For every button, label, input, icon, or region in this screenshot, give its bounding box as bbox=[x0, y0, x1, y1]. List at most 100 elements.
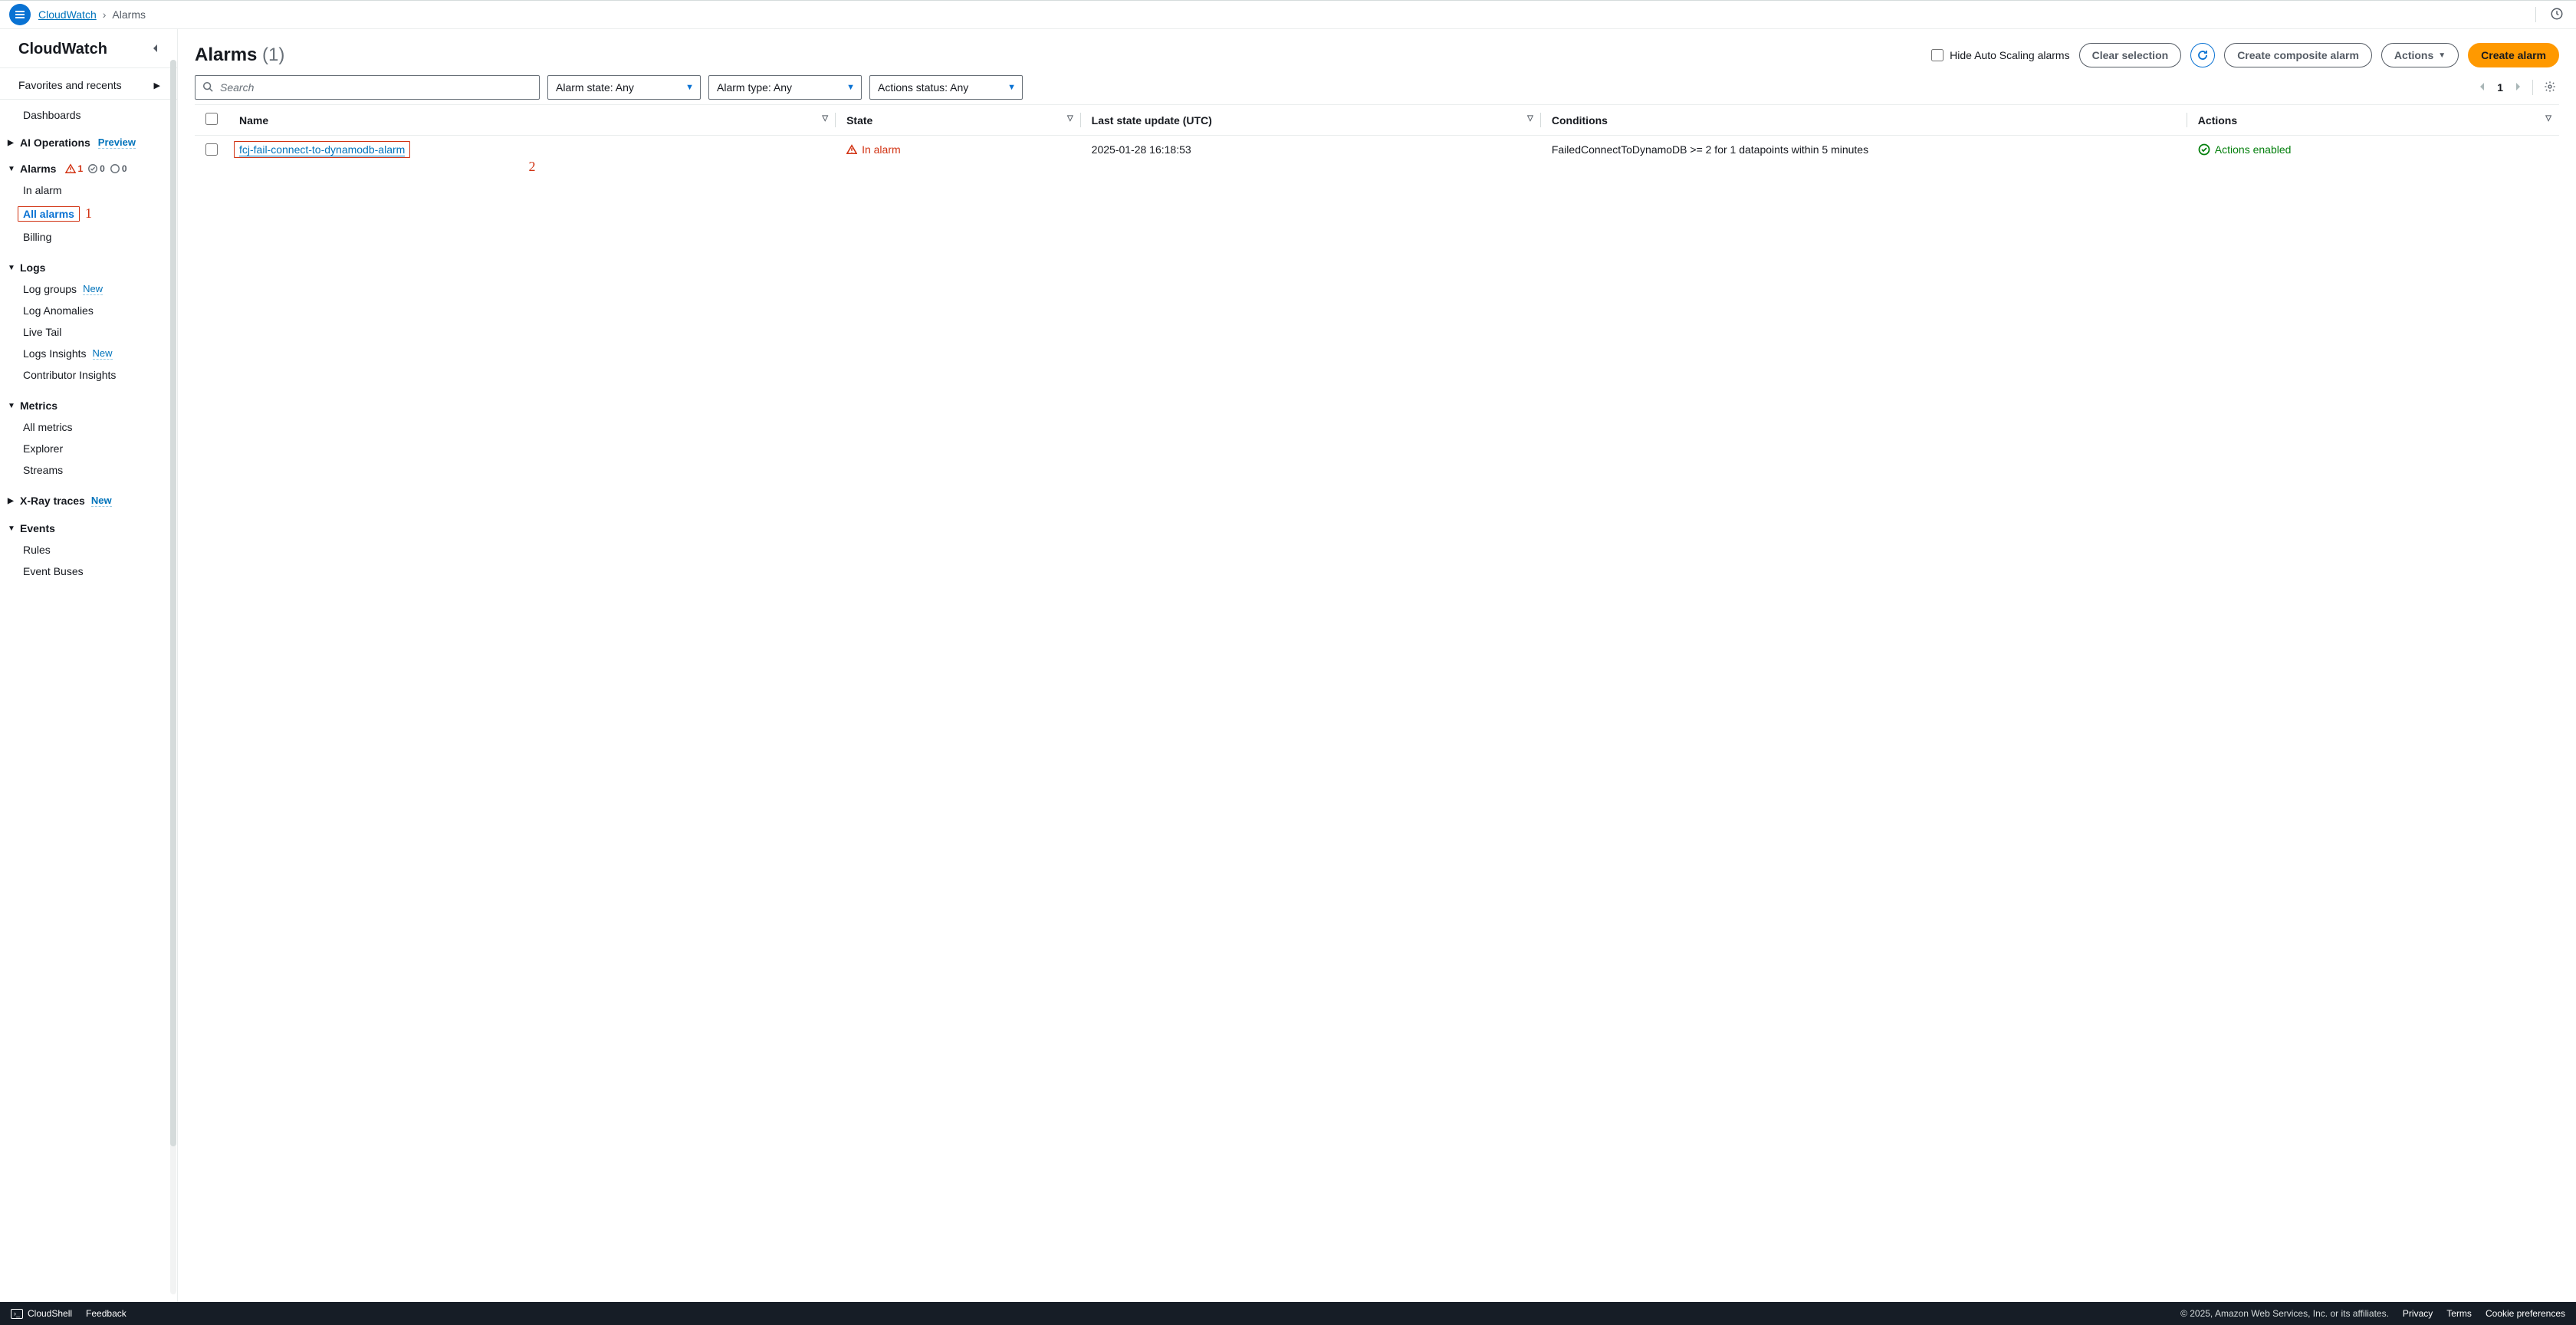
alarm-name-link[interactable]: fcj-fail-connect-to-dynamodb-alarm bbox=[239, 143, 405, 156]
sidebar: CloudWatch Favorites and recents ▶ Dashb… bbox=[0, 29, 178, 1302]
sidebar-item-xray[interactable]: ▶ X-Ray traces New bbox=[0, 490, 177, 511]
sidebar-item-contributor-insights[interactable]: Contributor Insights bbox=[0, 364, 177, 386]
dashboard-settings-icon[interactable] bbox=[2547, 4, 2567, 26]
sidebar-item-explorer[interactable]: Explorer bbox=[0, 438, 177, 459]
clear-selection-button[interactable]: Clear selection bbox=[2079, 43, 2182, 67]
page-header: Alarms (1) Hide Auto Scaling alarms Clea… bbox=[195, 43, 2559, 67]
caret-right-icon: ▶ bbox=[8, 139, 15, 147]
scrollbar[interactable] bbox=[170, 60, 176, 1294]
hide-autoscaling-input[interactable] bbox=[1931, 49, 1944, 61]
sidebar-item-streams[interactable]: Streams bbox=[0, 459, 177, 481]
sidebar-metrics-label: Metrics bbox=[20, 399, 58, 412]
sidebar-title: CloudWatch bbox=[18, 41, 107, 58]
row-conditions-cell: FailedConnectToDynamoDB >= 2 for 1 datap… bbox=[1541, 136, 2187, 183]
col-actions[interactable]: Actions▽ bbox=[2187, 105, 2559, 136]
sidebar-item-rules[interactable]: Rules bbox=[0, 539, 177, 561]
caret-down-icon: ▼ bbox=[685, 83, 694, 92]
select-all-header bbox=[195, 105, 228, 136]
refresh-button[interactable] bbox=[2190, 43, 2215, 67]
sort-icon: ▽ bbox=[822, 114, 828, 123]
sidebar-item-logs-insights[interactable]: Logs Insights New bbox=[0, 343, 177, 364]
breadcrumb-current: Alarms bbox=[112, 8, 146, 21]
row-actions-cell: Actions enabled bbox=[2187, 136, 2559, 183]
feedback-link[interactable]: Feedback bbox=[86, 1308, 127, 1319]
sidebar-item-logs[interactable]: ▼ Logs bbox=[0, 257, 177, 278]
sidebar-item-log-anomalies[interactable]: Log Anomalies bbox=[0, 300, 177, 321]
page-title: Alarms (1) bbox=[195, 44, 284, 66]
footer: ›_ CloudShell Feedback © 2025, Amazon We… bbox=[0, 1302, 2576, 1325]
caret-right-icon: ▶ bbox=[154, 81, 160, 90]
pager-next-button[interactable] bbox=[2511, 78, 2525, 97]
copyright: © 2025, Amazon Web Services, Inc. or its… bbox=[2180, 1308, 2389, 1319]
terms-link[interactable]: Terms bbox=[2446, 1308, 2472, 1319]
caret-down-icon: ▼ bbox=[2438, 51, 2446, 60]
sidebar-item-all-alarms[interactable]: All alarms 1 bbox=[0, 201, 177, 226]
sidebar-item-dashboards[interactable]: Dashboards bbox=[0, 104, 177, 126]
in-alarm-count: 1 bbox=[65, 163, 83, 174]
breadcrumb-service-link[interactable]: CloudWatch bbox=[38, 8, 97, 21]
insufficient-count: 0 bbox=[110, 163, 127, 174]
alarm-state-filter[interactable]: Alarm state: Any ▼ bbox=[547, 75, 701, 100]
sidebar-item-ai-operations[interactable]: ▶ AI Operations Preview bbox=[0, 132, 177, 153]
annotation-2: 2 bbox=[239, 159, 825, 175]
sidebar-logs-label: Logs bbox=[20, 261, 45, 274]
row-checkbox[interactable] bbox=[205, 143, 218, 156]
caret-down-icon: ▼ bbox=[8, 264, 15, 272]
top-breadcrumb-bar: CloudWatch › Alarms bbox=[0, 0, 2576, 29]
scrollbar-thumb[interactable] bbox=[170, 60, 176, 1146]
sidebar-item-log-groups[interactable]: Log groups New bbox=[0, 278, 177, 300]
hamburger-menu-icon[interactable] bbox=[9, 4, 31, 25]
actions-dropdown-button[interactable]: Actions ▼ bbox=[2381, 43, 2459, 67]
caret-down-icon: ▼ bbox=[846, 83, 855, 92]
pager-prev-button[interactable] bbox=[2476, 78, 2489, 97]
sidebar-item-billing[interactable]: Billing bbox=[0, 226, 177, 248]
hide-autoscaling-label: Hide Auto Scaling alarms bbox=[1950, 49, 2069, 61]
hide-autoscaling-checkbox[interactable]: Hide Auto Scaling alarms bbox=[1931, 49, 2069, 61]
row-name-cell: fcj-fail-connect-to-dynamodb-alarm 2 bbox=[228, 136, 836, 183]
sidebar-favorites-label: Favorites and recents bbox=[18, 79, 122, 91]
ok-count: 0 bbox=[87, 163, 105, 174]
row-checkbox-cell bbox=[195, 136, 228, 183]
col-name[interactable]: Name▽ bbox=[228, 105, 836, 136]
table-settings-button[interactable] bbox=[2541, 77, 2559, 98]
col-state[interactable]: State▽ bbox=[836, 105, 1081, 136]
new-badge: New bbox=[93, 347, 113, 360]
sidebar-favorites[interactable]: Favorites and recents ▶ bbox=[0, 74, 177, 100]
cloudshell-icon: ›_ bbox=[11, 1309, 23, 1319]
search-icon bbox=[202, 81, 213, 94]
new-badge: New bbox=[91, 495, 112, 507]
create-composite-button[interactable]: Create composite alarm bbox=[2224, 43, 2372, 67]
sidebar-item-event-buses[interactable]: Event Buses bbox=[0, 561, 177, 582]
sidebar-item-events[interactable]: ▼ Events bbox=[0, 518, 177, 539]
sort-icon: ▽ bbox=[2545, 114, 2551, 123]
search-input[interactable] bbox=[195, 75, 540, 100]
sidebar-item-alarms[interactable]: ▼ Alarms 1 0 0 bbox=[0, 158, 177, 179]
alarm-type-filter[interactable]: Alarm type: Any ▼ bbox=[708, 75, 862, 100]
select-all-checkbox[interactable] bbox=[205, 113, 218, 125]
main-content: Alarms (1) Hide Auto Scaling alarms Clea… bbox=[178, 29, 2576, 1302]
cookie-preferences-link[interactable]: Cookie preferences bbox=[2486, 1308, 2565, 1319]
caret-down-icon: ▼ bbox=[8, 524, 15, 533]
cloudshell-button[interactable]: ›_ CloudShell bbox=[11, 1308, 72, 1319]
sidebar-item-live-tail[interactable]: Live Tail bbox=[0, 321, 177, 343]
actions-enabled-badge: Actions enabled bbox=[2198, 143, 2292, 156]
all-alarms-highlighted-box: All alarms bbox=[18, 206, 80, 222]
col-conditions: Conditions bbox=[1541, 105, 2187, 136]
row-state-cell: In alarm bbox=[836, 136, 1081, 183]
sidebar-xray-label: X-Ray traces bbox=[20, 495, 85, 507]
sidebar-item-metrics[interactable]: ▼ Metrics bbox=[0, 395, 177, 416]
caret-down-icon: ▼ bbox=[8, 402, 15, 410]
pager: 1 bbox=[2476, 77, 2559, 98]
create-alarm-button[interactable]: Create alarm bbox=[2468, 43, 2559, 67]
new-badge: New bbox=[83, 283, 103, 295]
actions-status-filter[interactable]: Actions status: Any ▼ bbox=[869, 75, 1023, 100]
privacy-link[interactable]: Privacy bbox=[2403, 1308, 2433, 1319]
sidebar-item-in-alarm[interactable]: In alarm bbox=[0, 179, 177, 201]
sidebar-item-all-metrics[interactable]: All metrics bbox=[0, 416, 177, 438]
sort-icon: ▽ bbox=[1527, 114, 1533, 123]
col-last-update[interactable]: Last state update (UTC)▽ bbox=[1081, 105, 1541, 136]
sidebar-events-label: Events bbox=[20, 522, 55, 534]
sidebar-alarms-label: Alarms bbox=[20, 163, 56, 175]
filter-row: Alarm state: Any ▼ Alarm type: Any ▼ Act… bbox=[195, 75, 2559, 100]
collapse-sidebar-icon[interactable] bbox=[148, 40, 163, 58]
